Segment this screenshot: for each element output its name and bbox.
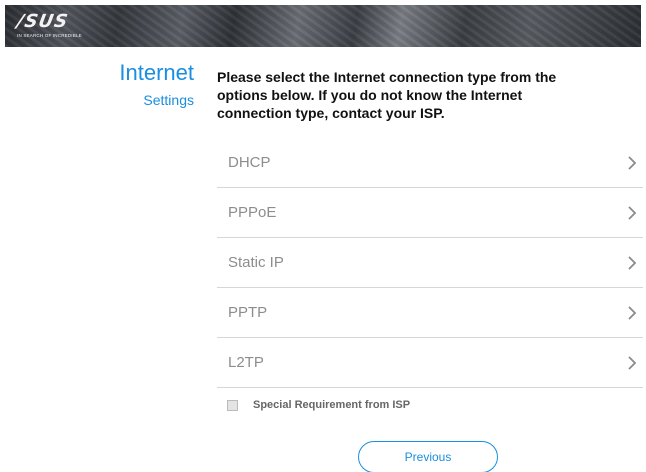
page-subtitle: Settings <box>143 92 194 108</box>
option-label: DHCP <box>228 154 271 171</box>
logo-wordmark: /SUS <box>15 11 71 32</box>
special-requirement-label[interactable]: Special Requirement from ISP <box>253 399 410 411</box>
special-requirement-row: Special Requirement from ISP <box>227 397 410 413</box>
chevron-right-icon <box>628 306 637 320</box>
option-label: L2TP <box>228 354 264 371</box>
special-requirement-checkbox[interactable] <box>227 399 238 411</box>
option-dhcp[interactable]: DHCP <box>217 138 643 188</box>
chevron-right-icon <box>628 256 637 270</box>
connection-type-list: DHCP PPPoE Static IP PPTP L2TP <box>217 138 643 388</box>
section-title: Internet Settings <box>119 60 194 109</box>
previous-button[interactable]: Previous <box>358 441 498 472</box>
logo-tagline: IN SEARCH OF INCREDIBLE <box>17 33 82 38</box>
asus-logo: /SUS IN SEARCH OF INCREDIBLE <box>15 11 82 38</box>
page-title: Internet <box>119 60 194 85</box>
option-label: PPPoE <box>228 204 277 221</box>
option-pppoe[interactable]: PPPoE <box>217 188 643 238</box>
chevron-right-icon <box>628 156 637 170</box>
option-l2tp[interactable]: L2TP <box>217 338 643 388</box>
option-label: PPTP <box>228 304 268 321</box>
chevron-right-icon <box>628 206 637 220</box>
header-banner: /SUS IN SEARCH OF INCREDIBLE <box>5 5 641 47</box>
option-static-ip[interactable]: Static IP <box>217 238 643 288</box>
option-pptp[interactable]: PPTP <box>217 288 643 338</box>
instructions-text: Please select the Internet connection ty… <box>217 69 557 121</box>
chevron-right-icon <box>628 356 637 370</box>
option-label: Static IP <box>228 254 284 271</box>
